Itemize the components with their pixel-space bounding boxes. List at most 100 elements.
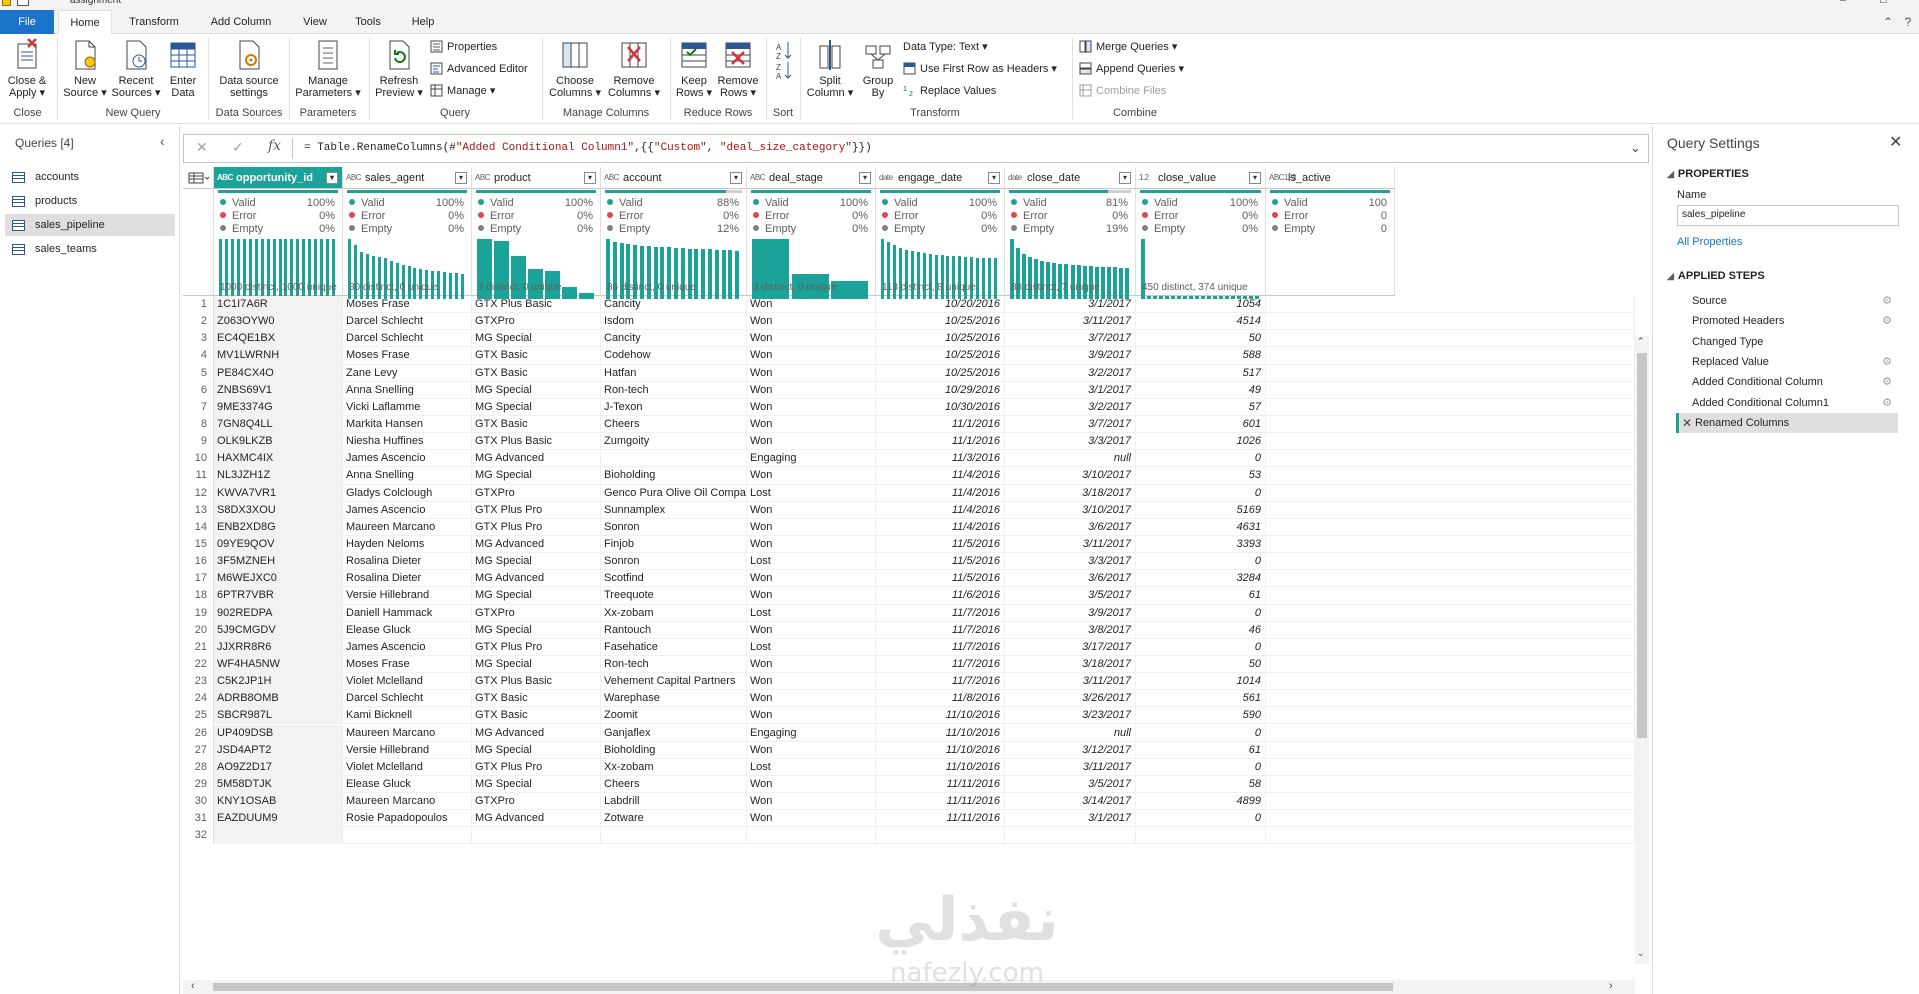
table-cell[interactable]: Bioholding (601, 467, 747, 485)
table-cell[interactable]: ADRB8OMB (214, 690, 343, 708)
table-cell[interactable] (472, 827, 601, 845)
table-cell[interactable]: GTX Plus Basic (472, 433, 601, 451)
table-cell[interactable]: Moses Frase (343, 347, 472, 365)
table-cell[interactable]: Rosalina Dieter (343, 553, 472, 571)
table-cell[interactable]: Lost (747, 553, 876, 571)
table-cell[interactable]: 3/6/2017 (1005, 570, 1136, 588)
row-number[interactable]: 29 (183, 775, 214, 794)
table-cell[interactable]: Zumgoity (601, 433, 747, 451)
table-cell[interactable]: 11/4/2016 (876, 484, 1005, 502)
table-cell[interactable]: Cheers (601, 775, 747, 794)
table-cell[interactable]: 0 (1136, 553, 1266, 571)
table-cell[interactable]: MG Special (472, 655, 601, 674)
table-cell[interactable] (1395, 621, 1635, 639)
table-cell[interactable]: Won (747, 433, 876, 451)
table-cell[interactable]: Elease Gluck (343, 775, 472, 794)
row-number[interactable]: 22 (183, 655, 214, 674)
table-cell[interactable]: 3/2/2017 (1005, 364, 1136, 382)
table-cell[interactable]: UP409DSB (214, 724, 343, 742)
table-cell[interactable]: Darcel Schlecht (343, 313, 472, 331)
table-cell[interactable]: 50 (1136, 655, 1266, 674)
table-cell[interactable]: JJXRR8R6 (214, 638, 343, 656)
table-cell[interactable] (601, 827, 747, 845)
remove-columns-button[interactable]: Remove Columns ▾ (604, 38, 664, 99)
table-cell[interactable] (1395, 433, 1635, 451)
table-cell[interactable] (601, 450, 747, 468)
table-cell[interactable]: Won (747, 810, 876, 828)
table-cell[interactable] (1395, 741, 1635, 759)
table-cell[interactable]: Zane Levy (343, 364, 472, 382)
table-cell[interactable]: 3/5/2017 (1005, 587, 1136, 605)
table-cell[interactable]: 3/8/2017 (1005, 621, 1136, 639)
table-cell[interactable]: 3/6/2017 (1005, 518, 1136, 536)
table-cell[interactable]: 0 (1136, 484, 1266, 502)
table-cell[interactable]: Violet Mclelland (343, 758, 472, 776)
table-cell[interactable]: Cheers (601, 415, 747, 434)
table-cell[interactable]: James Ascencio (343, 450, 472, 468)
row-number[interactable]: 28 (183, 758, 214, 776)
table-cell[interactable]: Won (747, 518, 876, 536)
table-cell[interactable]: 3/26/2017 (1005, 690, 1136, 708)
table-cell[interactable]: MG Special (472, 775, 601, 794)
filter-dropdown-icon[interactable]: ▾ (584, 172, 596, 184)
table-cell[interactable]: Labdrill (601, 793, 747, 811)
table-cell[interactable]: Engaging (747, 724, 876, 742)
table-cell[interactable]: Won (747, 655, 876, 674)
fx-icon[interactable]: fx (268, 138, 281, 154)
gear-icon[interactable]: ⚙ (1882, 291, 1892, 311)
table-cell[interactable]: 3/1/2017 (1005, 381, 1136, 399)
row-number[interactable]: 27 (183, 741, 214, 759)
table-cell[interactable]: 3/5/2017 (1005, 775, 1136, 794)
table-cell[interactable] (1395, 810, 1635, 828)
table-cell[interactable]: Won (747, 398, 876, 416)
filter-dropdown-icon[interactable]: ▾ (1249, 172, 1261, 184)
merge-queries-button[interactable]: Merge Queries ▾ (1079, 40, 1177, 54)
table-cell[interactable] (1005, 827, 1136, 845)
data-source-settings-button[interactable]: Data source settings (212, 38, 286, 99)
table-cell[interactable]: GTX Basic (472, 347, 601, 365)
table-cell[interactable]: 61 (1136, 741, 1266, 759)
table-cell[interactable]: GTX Plus Pro (472, 501, 601, 519)
table-cell[interactable]: Won (747, 621, 876, 639)
advanced-editor-button[interactable]: Advanced Editor (430, 62, 528, 76)
query-item-sales-teams[interactable]: sales_teams (5, 238, 175, 260)
tab-home[interactable]: Home (58, 10, 112, 35)
table-cell[interactable]: 10/30/2016 (876, 398, 1005, 416)
table-cell[interactable]: Cancity (601, 296, 747, 314)
table-cell[interactable] (1395, 707, 1635, 725)
table-cell[interactable] (1395, 758, 1635, 776)
table-cell[interactable]: 53 (1136, 467, 1266, 485)
table-cell[interactable]: 3/11/2017 (1005, 535, 1136, 554)
table-cell[interactable]: 902REDPA (214, 604, 343, 622)
table-cell[interactable]: 0 (1136, 638, 1266, 656)
table-cell[interactable]: 0 (1136, 758, 1266, 776)
table-menu-button[interactable] (183, 167, 214, 189)
data-type-icon[interactable]: ABC (475, 167, 490, 188)
table-cell[interactable]: 9ME3374G (214, 398, 343, 416)
table-cell[interactable]: 3/14/2017 (1005, 793, 1136, 811)
choose-columns-button[interactable]: Choose Columns ▾ (547, 38, 603, 99)
formula-input[interactable]: = Table.RenameColumns(#"Added Conditiona… (304, 142, 872, 154)
table-cell[interactable]: Won (747, 535, 876, 554)
table-cell[interactable]: 517 (1136, 364, 1266, 382)
table-cell[interactable]: 11/1/2016 (876, 433, 1005, 451)
table-cell[interactable] (1395, 827, 1635, 845)
table-cell[interactable]: 3/3/2017 (1005, 553, 1136, 571)
table-cell[interactable]: Sonron (601, 553, 747, 571)
table-cell[interactable]: Hayden Neloms (343, 535, 472, 554)
table-cell[interactable]: 3/7/2017 (1005, 415, 1136, 434)
table-cell[interactable]: GTX Basic (472, 364, 601, 382)
table-cell[interactable]: GTXPro (472, 793, 601, 811)
table-cell[interactable]: 3/11/2017 (1005, 758, 1136, 776)
data-type-icon[interactable]: ABC (217, 167, 233, 188)
table-cell[interactable] (1395, 655, 1635, 674)
row-number[interactable]: 1 (183, 296, 214, 314)
table-cell[interactable]: 3/9/2017 (1005, 604, 1136, 622)
table-cell[interactable]: MG Advanced (472, 450, 601, 468)
table-cell[interactable]: Xx-zobam (601, 604, 747, 622)
applied-step-renamed-columns[interactable]: ✕ Renamed Columns (1676, 412, 1898, 433)
tab-transform[interactable]: Transform (120, 10, 188, 34)
table-cell[interactable]: 3/1/2017 (1005, 296, 1136, 314)
table-cell[interactable]: 561 (1136, 690, 1266, 708)
table-cell[interactable]: 11/5/2016 (876, 553, 1005, 571)
